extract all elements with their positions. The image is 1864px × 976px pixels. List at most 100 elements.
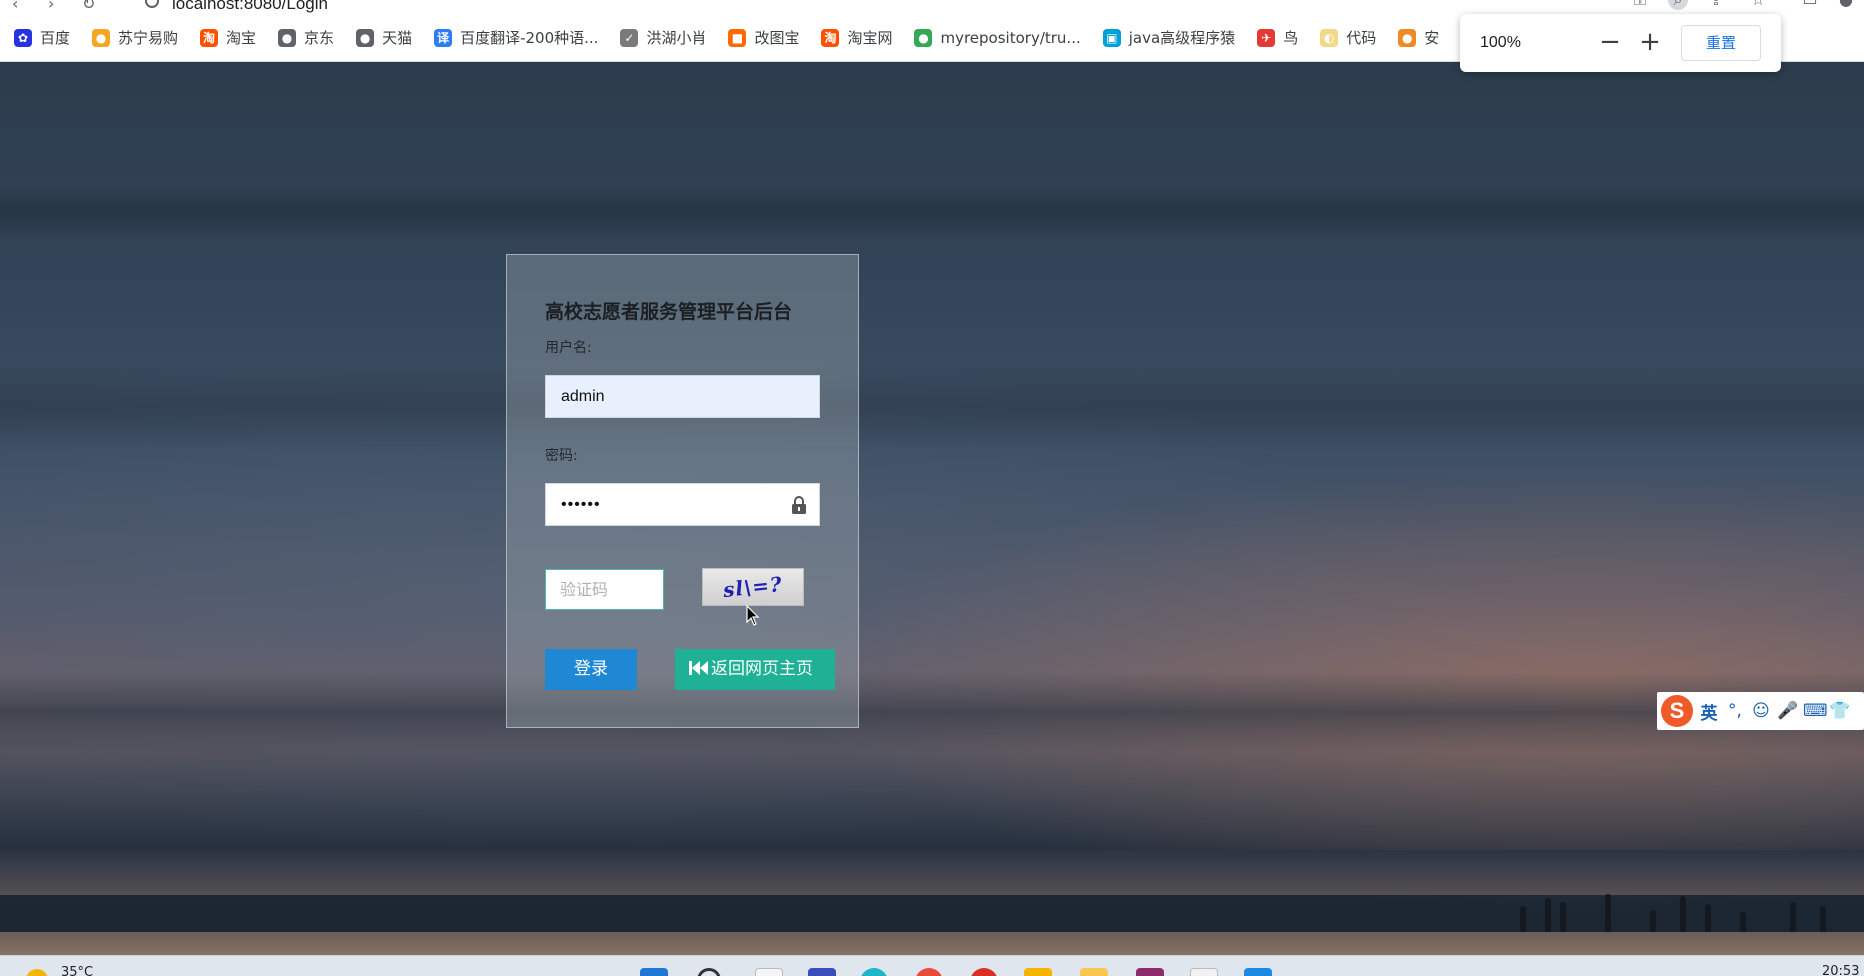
- login-page-background: [0, 62, 1864, 955]
- url-text[interactable]: localhost:8080/Login: [172, 0, 328, 14]
- password-value: ••••••: [561, 496, 601, 513]
- weather-temperature[interactable]: 35°C: [61, 965, 93, 976]
- taobao-icon: 淘: [200, 28, 219, 47]
- notes-icon[interactable]: [1080, 968, 1108, 976]
- captcha-image[interactable]: sl\=?: [702, 568, 804, 606]
- bookmark-label: java高级程序猿: [1128, 29, 1236, 47]
- ime-mode-toggle[interactable]: 英: [1699, 699, 1719, 724]
- bookmark-label: 百度: [40, 29, 71, 47]
- gaitubao-icon: ■: [728, 28, 747, 47]
- bookmark-label: 安: [1424, 29, 1440, 47]
- bookmark-item[interactable]: ● 苏宁易购: [92, 27, 178, 48]
- cloud-band: [0, 362, 1864, 452]
- punctuation-icon[interactable]: °,: [1725, 701, 1745, 721]
- globe-icon: ●: [278, 28, 297, 47]
- chrome-icon[interactable]: [915, 968, 943, 976]
- taobao-icon: 淘: [821, 28, 840, 47]
- file-icon[interactable]: [755, 968, 783, 976]
- fast-backward-icon: [689, 661, 708, 675]
- baidu-translate-icon: 译: [434, 28, 453, 47]
- bookmark-item[interactable]: ■ 改图宝: [728, 27, 799, 48]
- forward-icon[interactable]: ›: [48, 0, 54, 13]
- bookmark-item[interactable]: 淘淘宝网: [821, 27, 892, 48]
- bookmark-label: 淘宝网: [847, 29, 893, 47]
- address-bar: ‹ › ↻ localhost:8080/Login ⚿ ⌕ ⇪ ☆ ▭ ●: [0, 0, 1864, 14]
- bookmark-label: 京东: [304, 29, 335, 47]
- skin-icon[interactable]: 👕: [1829, 701, 1850, 721]
- bookmark-item[interactable]: ● 京东: [278, 27, 334, 48]
- app-icon[interactable]: [1136, 968, 1164, 976]
- bilibili-icon: ▣: [1102, 28, 1121, 47]
- zoom-magnifier-icon[interactable]: ⌕: [1668, 0, 1688, 10]
- windows-start-icon[interactable]: [640, 968, 668, 976]
- return-home-button[interactable]: 返回网页主页: [675, 649, 835, 690]
- bookmark-label: myrepository/tru...: [940, 28, 1081, 47]
- zoom-level: 100%: [1480, 34, 1521, 51]
- bookmark-item[interactable]: ● myrepository/tru...: [914, 28, 1081, 47]
- app-icon[interactable]: [808, 968, 836, 976]
- globe-icon: ●: [356, 28, 375, 47]
- app-icon[interactable]: [1190, 968, 1218, 976]
- bookmark-item[interactable]: 译百度翻译-200种语...: [434, 27, 598, 48]
- edge-icon[interactable]: [860, 968, 888, 976]
- return-home-label: 返回网页主页: [711, 659, 813, 679]
- bookmark-item[interactable]: 淘淘宝: [200, 27, 256, 48]
- share-icon[interactable]: ⇪: [1706, 0, 1726, 10]
- login-panel: 高校志愿者服务管理平台后台 用户名: admin 密码: •••••• 验证码 …: [506, 254, 859, 728]
- sogou-logo-icon[interactable]: S: [1661, 695, 1693, 727]
- app-icon[interactable]: [1244, 968, 1272, 976]
- cloud-band: [0, 672, 1864, 752]
- ime-toolbar: S 英 °, ☺ 🎤 ⌨ 👕: [1657, 692, 1864, 730]
- zoom-popup: 100% − + 重置: [1460, 14, 1781, 72]
- suning-lion-icon: ●: [92, 28, 111, 47]
- bookmark-label: 代码: [1346, 29, 1377, 47]
- key-icon[interactable]: ⚿: [1630, 0, 1650, 10]
- bookmark-item[interactable]: ✈ 鸟: [1257, 27, 1298, 48]
- bookmark-item[interactable]: ✿ 百度: [14, 27, 70, 48]
- bookmark-item[interactable]: ● 安: [1398, 27, 1439, 48]
- bookmark-label: 苏宁易购: [118, 29, 179, 47]
- bookmark-label: 天猫: [382, 29, 413, 47]
- folder-icon[interactable]: [1024, 968, 1052, 976]
- keyboard-icon[interactable]: ⌨: [1803, 701, 1828, 721]
- login-title: 高校志愿者服务管理平台后台: [545, 301, 793, 323]
- search-icon[interactable]: [697, 968, 721, 976]
- login-button[interactable]: 登录: [545, 649, 637, 690]
- profile-icon[interactable]: ●: [1836, 0, 1856, 10]
- bookmark-item[interactable]: ● 天猫: [356, 27, 412, 48]
- bookmark-item[interactable]: ✓ 洪湖小肖: [620, 27, 706, 48]
- code-icon: ◐: [1320, 28, 1339, 47]
- back-icon[interactable]: ‹: [12, 0, 18, 13]
- reload-icon[interactable]: ↻: [82, 0, 95, 13]
- lock-icon: [792, 496, 806, 514]
- site-info-icon[interactable]: [145, 0, 159, 8]
- microphone-icon[interactable]: 🎤: [1777, 701, 1798, 721]
- weather-sun-icon[interactable]: [26, 969, 48, 976]
- password-label: 密码:: [545, 448, 578, 464]
- username-input[interactable]: admin: [545, 375, 820, 418]
- captcha-text: sl\=?: [721, 571, 784, 603]
- bookmark-star-icon[interactable]: ☆: [1748, 0, 1768, 10]
- taskbar: 35°C 20:53: [0, 955, 1864, 976]
- tab-search-icon[interactable]: ▭: [1800, 0, 1820, 10]
- beach-people-silhouettes: [1500, 882, 1864, 932]
- bookmark-label: 百度翻译-200种语...: [460, 29, 599, 47]
- emoji-icon[interactable]: ☺: [1751, 701, 1771, 721]
- username-label: 用户名:: [545, 340, 592, 356]
- beach: [0, 932, 1864, 955]
- zoom-in-button[interactable]: +: [1635, 28, 1665, 58]
- orange-icon: ●: [1398, 28, 1417, 47]
- bookmark-item[interactable]: ▣ java高级程序猿: [1102, 27, 1236, 48]
- browser-icon[interactable]: [970, 968, 998, 976]
- zoom-out-button[interactable]: −: [1595, 28, 1625, 58]
- clock-time[interactable]: 20:53: [1822, 964, 1859, 976]
- bookmark-item[interactable]: ◐ 代码: [1320, 27, 1376, 48]
- password-input[interactable]: ••••••: [545, 483, 820, 526]
- captcha-placeholder: 验证码: [560, 580, 609, 599]
- bookmark-label: 淘宝: [226, 29, 257, 47]
- captcha-input[interactable]: 验证码: [545, 569, 664, 610]
- bookmark-label: 改图宝: [754, 29, 800, 47]
- zoom-reset-button[interactable]: 重置: [1681, 25, 1761, 61]
- chrome-icon: ●: [914, 28, 933, 47]
- bookmark-label: 洪湖小肖: [646, 29, 707, 47]
